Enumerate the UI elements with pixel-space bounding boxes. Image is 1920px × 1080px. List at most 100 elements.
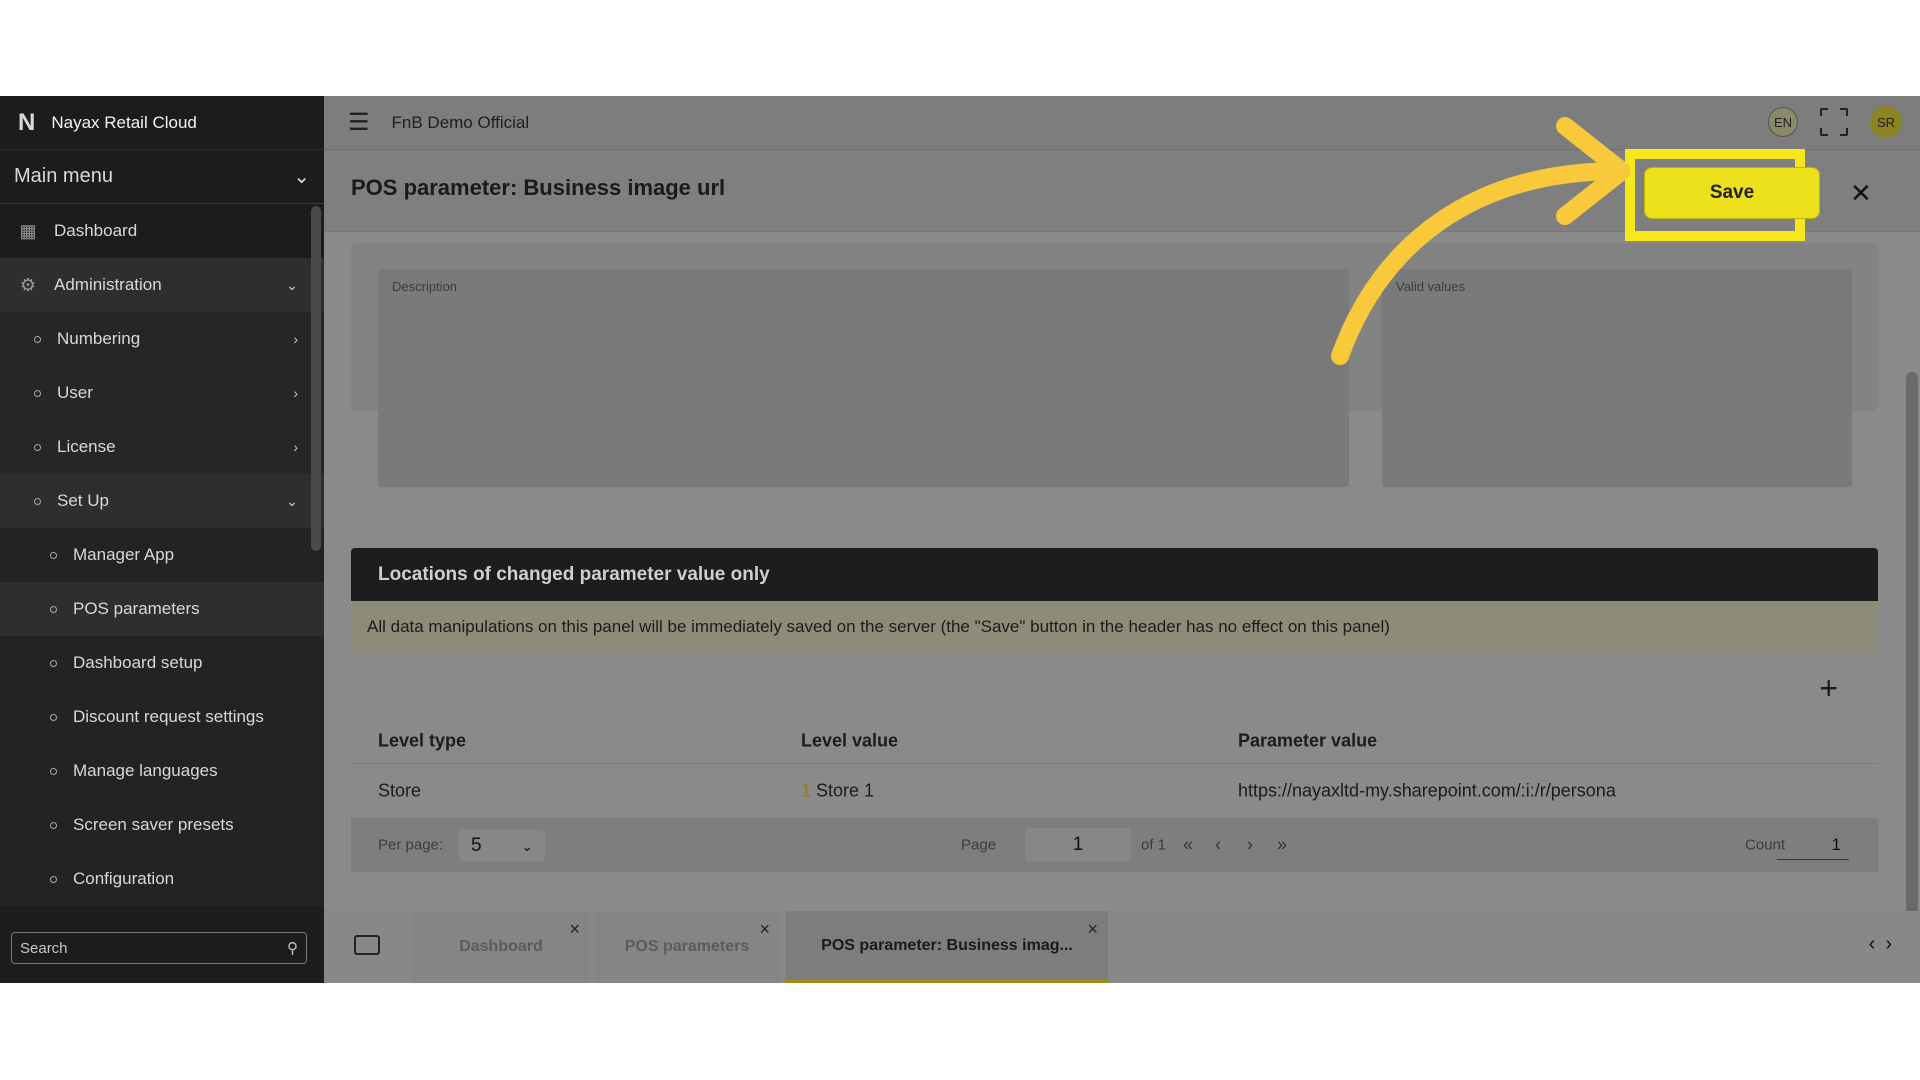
- close-icon[interactable]: ✕: [1850, 178, 1872, 209]
- sidebar-item-configuration[interactable]: Configuration: [0, 852, 324, 906]
- chevron-down-icon: ⌄: [521, 837, 533, 854]
- language-button[interactable]: EN: [1768, 107, 1798, 137]
- column-level-value[interactable]: Level value: [801, 730, 898, 751]
- sidebar-item-user[interactable]: User ›: [0, 366, 324, 420]
- sidebar-item-label: Manage languages: [73, 761, 218, 780]
- main-menu-label: Main menu: [14, 165, 113, 187]
- locations-panel-title: Locations of changed parameter value onl…: [351, 548, 1878, 601]
- chevron-down-icon: ⌄: [286, 492, 298, 509]
- locations-panel: Locations of changed parameter value onl…: [351, 548, 1878, 881]
- sidebar-item-label: License: [57, 437, 116, 456]
- sidebar-item-manager-app[interactable]: Manager App: [0, 528, 324, 582]
- close-tab-icon[interactable]: ×: [759, 919, 770, 940]
- sidebar-item-label: Administration: [54, 275, 162, 294]
- sidebar-search-input[interactable]: Search ⚲: [11, 932, 307, 964]
- locations-notice: All data manipulations on this panel wil…: [351, 601, 1878, 653]
- page-title: POS parameter: Business image url: [351, 175, 726, 200]
- sidebar-item-administration[interactable]: ⚙ Administration ⌄: [0, 258, 324, 312]
- nayax-logo-icon: N: [18, 108, 36, 136]
- app-window: N Nayax Retail Cloud Main menu ⌄ ▦ Dashb…: [0, 96, 1920, 983]
- menu-icon[interactable]: ☰: [348, 108, 370, 137]
- sidebar-item-setup[interactable]: Set Up ⌄: [0, 474, 324, 528]
- page-of-label: of 1: [1141, 836, 1167, 854]
- previous-page-icon[interactable]: ‹: [1215, 835, 1221, 856]
- tab-pos-parameter-business-image[interactable]: POS parameter: Business imag... ×: [786, 911, 1108, 983]
- bullet-icon: [50, 875, 57, 883]
- top-right-controls: EN SR: [1768, 106, 1902, 138]
- chevron-down-icon: ⌄: [293, 166, 310, 188]
- tab-bar: Dashboard × POS parameters × POS paramet…: [324, 911, 1920, 983]
- per-page-value: 5: [471, 835, 482, 856]
- sidebar-item-manage-languages[interactable]: Manage languages: [0, 744, 324, 798]
- table-header: Level type Level value Parameter value: [351, 718, 1878, 764]
- bullet-icon: [50, 551, 57, 559]
- sidebar-item-license[interactable]: License ›: [0, 420, 324, 474]
- description-card: Description Valid values: [351, 243, 1878, 487]
- app-title: Nayax Retail Cloud: [51, 112, 197, 132]
- bullet-icon: [50, 713, 57, 721]
- valid-values-field[interactable]: Valid values: [1382, 269, 1852, 487]
- description-field[interactable]: Description: [378, 269, 1349, 487]
- sidebar-item-screen-saver-presets[interactable]: Screen saver presets: [0, 798, 324, 852]
- close-tab-icon[interactable]: ×: [569, 919, 580, 940]
- sidebar-item-dashboard[interactable]: ▦ Dashboard: [0, 204, 324, 258]
- main-scrollbar[interactable]: [1906, 372, 1918, 917]
- tab-scroll-controls: ‹›: [1869, 933, 1902, 956]
- fullscreen-icon[interactable]: [1819, 107, 1849, 137]
- close-tab-icon[interactable]: ×: [1087, 919, 1098, 940]
- sidebar-item-dashboard-setup[interactable]: Dashboard setup: [0, 636, 324, 690]
- chevron-right-icon: ›: [293, 331, 298, 347]
- sidebar-item-label: Dashboard setup: [73, 653, 203, 672]
- sidebar-item-label: Manager App: [73, 545, 175, 564]
- tab-pos-parameters[interactable]: POS parameters ×: [594, 911, 780, 983]
- chevron-right-icon: ›: [293, 439, 298, 455]
- per-page-label: Per page:: [378, 836, 444, 854]
- save-button[interactable]: Save: [1644, 167, 1820, 219]
- table-row[interactable]: Store 1 Store 1 https://nayaxltd-my.shar…: [351, 764, 1878, 818]
- tab-label: POS parameter: Business imag...: [821, 936, 1073, 954]
- sidebar-item-label: Configuration: [73, 869, 175, 888]
- sidebar-item-label: Dashboard: [54, 221, 138, 240]
- per-page-select[interactable]: 5 ⌄: [459, 830, 545, 862]
- sidebar-item-numbering[interactable]: Numbering ›: [0, 312, 324, 366]
- sidebar-scrollbar[interactable]: [311, 206, 321, 551]
- chevron-right-icon[interactable]: ›: [1885, 933, 1902, 955]
- main-menu-toggle[interactable]: Main menu ⌄: [0, 150, 324, 204]
- sidebar-item-label: Set Up: [57, 491, 109, 510]
- tab-label: Dashboard: [459, 938, 543, 955]
- chevron-down-icon: ⌄: [286, 276, 298, 293]
- sidebar-item-label: Discount request settings: [73, 707, 264, 726]
- bullet-icon: [50, 767, 57, 775]
- column-level-type[interactable]: Level type: [378, 730, 466, 751]
- bullet-icon: [50, 605, 57, 613]
- bullet-icon: [50, 659, 57, 667]
- top-bar: ☰ FnB Demo Official EN SR: [324, 96, 1920, 150]
- cell-level-type: Store: [378, 780, 422, 801]
- bullet-icon: [34, 443, 41, 451]
- first-page-icon[interactable]: «: [1183, 835, 1193, 856]
- next-page-icon[interactable]: ›: [1247, 835, 1253, 856]
- add-location-button[interactable]: +: [1819, 670, 1838, 707]
- sidebar-item-pos-parameters[interactable]: POS parameters: [0, 582, 324, 636]
- level-id: 1: [801, 780, 812, 801]
- valid-values-label: Valid values: [1396, 279, 1466, 294]
- sidebar-item-label: Screen saver presets: [73, 815, 234, 834]
- search-placeholder: Search: [20, 939, 68, 957]
- sidebar-item-label: POS parameters: [73, 599, 200, 618]
- sidebar: N Nayax Retail Cloud Main menu ⌄ ▦ Dashb…: [0, 96, 324, 983]
- avatar[interactable]: SR: [1870, 106, 1902, 138]
- brand[interactable]: N Nayax Retail Cloud: [0, 96, 324, 150]
- chevron-right-icon: ›: [293, 385, 298, 401]
- page-input[interactable]: 1: [1025, 828, 1131, 862]
- search-icon: ⚲: [287, 940, 298, 957]
- chevron-left-icon[interactable]: ‹: [1869, 933, 1886, 955]
- tab-dashboard[interactable]: Dashboard ×: [412, 911, 590, 983]
- cell-level-value: 1 Store 1: [801, 781, 874, 802]
- last-page-icon[interactable]: »: [1277, 835, 1287, 856]
- settings-icon: ⚙: [19, 274, 37, 295]
- column-parameter-value[interactable]: Parameter value: [1238, 730, 1377, 751]
- page-label: Page: [961, 836, 997, 854]
- tabs-overview-icon[interactable]: [354, 935, 380, 955]
- workspace-name: FnB Demo Official: [391, 112, 530, 132]
- sidebar-item-discount-request-settings[interactable]: Discount request settings: [0, 690, 324, 744]
